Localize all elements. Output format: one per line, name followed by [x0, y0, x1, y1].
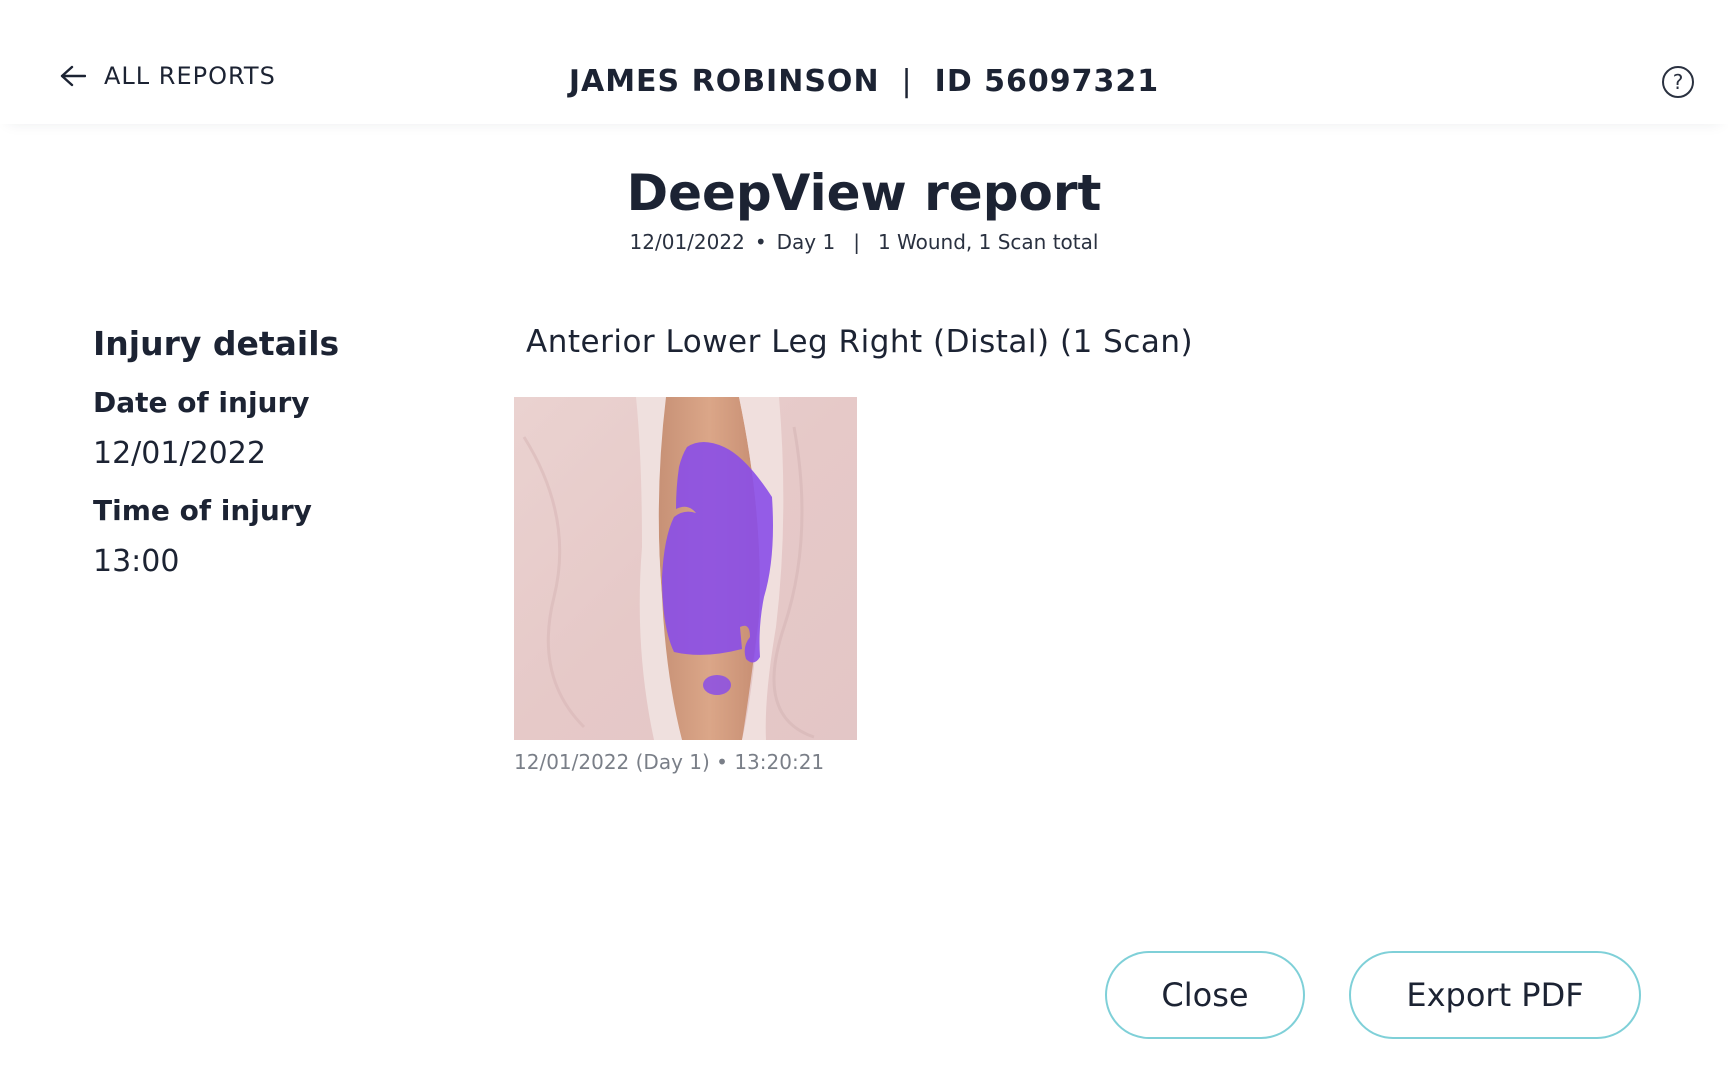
header-separator: |	[901, 64, 913, 99]
time-of-injury-value: 13:00	[93, 544, 180, 579]
patient-id: ID 56097321	[934, 64, 1160, 99]
injury-details-heading: Injury details	[93, 324, 340, 363]
wound-location-title: Anterior Lower Leg Right (Distal) (1 Sca…	[526, 324, 1194, 360]
export-pdf-button[interactable]: Export PDF	[1349, 951, 1641, 1039]
patient-name: JAMES ROBINSON	[568, 64, 880, 99]
help-circle-icon[interactable]: ?	[1662, 66, 1694, 98]
scan-image	[514, 397, 857, 740]
help-symbol: ?	[1672, 70, 1684, 94]
report-date: 12/01/2022	[629, 230, 745, 254]
top-bar: ALL REPORTS JAMES ROBINSON | ID 56097321 ?	[0, 0, 1728, 124]
date-of-injury-label: Date of injury	[93, 386, 310, 419]
report-day: Day 1	[776, 230, 836, 254]
date-of-injury-value: 12/01/2022	[93, 436, 266, 471]
injury-details-panel: Injury details Date of injury 12/01/2022…	[93, 324, 340, 579]
scan-thumbnail[interactable]	[514, 397, 857, 740]
page-title: DeepView report	[626, 164, 1102, 222]
subtitle-dot: •	[754, 230, 767, 254]
close-button[interactable]: Close	[1105, 951, 1305, 1039]
subtitle-separator: |	[853, 230, 860, 254]
report-subtitle: 12/01/2022 • Day 1 | 1 Wound, 1 Scan total	[0, 230, 1728, 254]
scan-caption: 12/01/2022 (Day 1) • 13:20:21	[514, 750, 825, 774]
report-page: ALL REPORTS JAMES ROBINSON | ID 56097321 ?…	[0, 0, 1728, 1080]
patient-header: JAMES ROBINSON | ID 56097321	[0, 64, 1728, 99]
report-summary: 1 Wound, 1 Scan total	[877, 230, 1099, 254]
time-of-injury-label: Time of injury	[93, 494, 312, 527]
